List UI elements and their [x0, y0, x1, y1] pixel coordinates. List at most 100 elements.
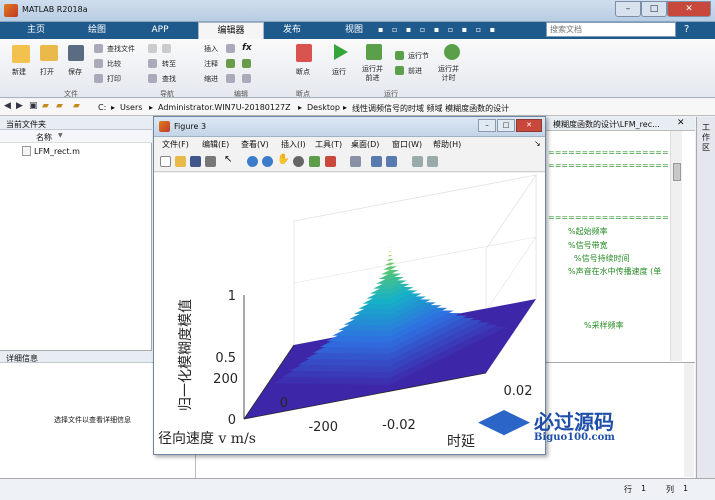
legend-icon[interactable]: [386, 156, 397, 167]
forward-icon[interactable]: [162, 44, 171, 53]
show-tools-icon[interactable]: [427, 156, 438, 167]
tab-plots[interactable]: 绘图: [77, 22, 117, 39]
file-list-header[interactable]: 名称 ▼: [0, 130, 152, 143]
menu-help[interactable]: 帮助(H): [433, 139, 461, 150]
tab-publish[interactable]: 发布: [272, 22, 312, 39]
nav-back-icon[interactable]: ◀: [4, 101, 11, 111]
editor-close-icon[interactable]: ✕: [677, 118, 685, 128]
breadcrumb-users[interactable]: Users: [120, 103, 142, 112]
help-icon[interactable]: ?: [684, 24, 689, 35]
hide-tools-icon[interactable]: [412, 156, 423, 167]
close-button[interactable]: ✕: [667, 1, 711, 17]
print-icon[interactable]: [94, 74, 103, 83]
file-item-lfm-rect[interactable]: LFM_rect.m: [34, 147, 80, 156]
maximize-button[interactable]: □: [641, 1, 667, 17]
back-icon[interactable]: [148, 44, 157, 53]
advance-icon[interactable]: [395, 66, 404, 75]
comment-button[interactable]: 注释: [204, 59, 218, 69]
zoom-in-icon[interactable]: [247, 156, 258, 167]
figure-window[interactable]: Figure 3 – □ ✕ 文件(F) 编辑(E) 查看(V) 插入(I) 工…: [153, 116, 546, 455]
breadcrumb-project[interactable]: 线性调频信号的时域 频域 模糊度函数的设计: [352, 103, 509, 114]
workspace-strip[interactable]: 工作区: [696, 117, 715, 478]
find-files-icon[interactable]: [94, 44, 103, 53]
run-section-button[interactable]: 运行节: [408, 51, 429, 61]
comment-icon[interactable]: [226, 59, 235, 68]
breadcrumb-desktop[interactable]: Desktop: [307, 103, 340, 112]
data-cursor-icon[interactable]: [309, 156, 320, 167]
run-time-button[interactable]: 运行并 计时: [438, 65, 459, 83]
brush-icon[interactable]: [325, 156, 336, 167]
tab-view[interactable]: 视图: [334, 22, 374, 39]
editor-file-tab[interactable]: 模糊度函数的设计\LFM_rec...: [553, 119, 660, 130]
print-figure-icon[interactable]: [205, 156, 216, 167]
indent-button[interactable]: 缩进: [204, 74, 218, 84]
browse-folder-icon[interactable]: ▰: [42, 101, 49, 111]
nav-forward-icon[interactable]: ▶: [16, 101, 23, 111]
run-advance-button[interactable]: 运行并 前进: [362, 65, 383, 83]
menu-insert[interactable]: 插入(I): [281, 139, 306, 150]
minimize-button[interactable]: –: [615, 1, 641, 17]
figure-title-bar[interactable]: Figure 3 – □ ✕: [154, 117, 545, 137]
run-icon[interactable]: [334, 44, 348, 60]
command-scrollbar[interactable]: [684, 363, 694, 477]
menu-view[interactable]: 查看(V): [241, 139, 269, 150]
plot-area[interactable]: 0 0.5 1 200 0 -200 -0.02 0.02 归一化模糊度模值 径…: [154, 173, 545, 454]
colorbar-icon[interactable]: [371, 156, 382, 167]
function-button[interactable]: fx: [242, 43, 252, 53]
open-button[interactable]: 打开: [40, 67, 54, 77]
nav-up-icon[interactable]: ▣: [29, 101, 38, 111]
search-input[interactable]: [546, 22, 676, 37]
compare-button[interactable]: 比较: [107, 59, 121, 69]
new-figure-icon[interactable]: [160, 156, 171, 167]
indent-icon[interactable]: [226, 74, 235, 83]
menu-window[interactable]: 窗口(W): [392, 139, 422, 150]
run-section-icon[interactable]: [395, 51, 404, 60]
breadcrumb-admin[interactable]: Administrator.WIN7U-20180127Z: [158, 103, 291, 112]
link-plot-icon[interactable]: [350, 156, 361, 167]
goto-icon[interactable]: [148, 59, 157, 68]
tab-home[interactable]: 主页: [16, 22, 56, 39]
tab-editor[interactable]: 编辑器: [198, 22, 264, 39]
scrollbar-thumb[interactable]: [673, 163, 681, 181]
breadcrumb-c[interactable]: C:: [98, 103, 106, 112]
uncomment-icon[interactable]: [242, 59, 251, 68]
tab-apps[interactable]: APP: [140, 22, 180, 39]
surface-chart[interactable]: 0 0.5 1 200 0 -200 -0.02 0.02 归一化模糊度模值 径…: [154, 173, 545, 454]
figure-maximize-button[interactable]: □: [497, 119, 515, 132]
run-advance-icon[interactable]: [366, 44, 382, 60]
run-button[interactable]: 运行: [332, 67, 346, 77]
outdent-icon[interactable]: [242, 74, 251, 83]
insert-button[interactable]: 插入: [204, 44, 218, 54]
figure-minimize-button[interactable]: –: [478, 119, 496, 132]
save-button[interactable]: 保存: [68, 67, 82, 77]
find-button[interactable]: 查找: [162, 74, 176, 84]
run-time-icon[interactable]: [444, 44, 460, 60]
save-figure-icon[interactable]: [190, 156, 201, 167]
menu-dock-icon[interactable]: ↘: [534, 139, 541, 148]
breakpoint-button[interactable]: 断点: [296, 67, 310, 77]
find-files-button[interactable]: 查找文件: [107, 44, 135, 54]
menu-desktop[interactable]: 桌面(D): [351, 139, 379, 150]
editor-scrollbar[interactable]: [670, 131, 682, 361]
insert-icon[interactable]: [226, 44, 235, 53]
quick-access-toolbar[interactable]: ▪ ▫ ▪ ▫ ▪ ▫ ▪ ▫ ▪: [378, 25, 538, 37]
menu-file[interactable]: 文件(F): [162, 139, 189, 150]
breakpoint-icon[interactable]: [296, 44, 312, 62]
editor-tab-bar[interactable]: 模糊度函数的设计\LFM_rec... ✕: [545, 117, 695, 131]
compare-icon[interactable]: [94, 59, 103, 68]
menu-tools[interactable]: 工具(T): [315, 139, 342, 150]
pointer-icon[interactable]: ↖: [224, 154, 232, 165]
rotate-3d-icon[interactable]: [293, 156, 304, 167]
name-column-header[interactable]: 名称: [36, 132, 52, 143]
workspace-label[interactable]: 工作区: [702, 123, 711, 153]
zoom-out-icon[interactable]: [262, 156, 273, 167]
new-button[interactable]: 新建: [12, 67, 26, 77]
save-icon[interactable]: [68, 45, 84, 61]
find-icon[interactable]: [148, 74, 157, 83]
menu-edit[interactable]: 编辑(E): [202, 139, 229, 150]
open-file-icon[interactable]: [175, 156, 186, 167]
print-button[interactable]: 打印: [107, 74, 121, 84]
open-folder-icon[interactable]: [40, 45, 58, 61]
pan-icon[interactable]: ✋: [277, 154, 289, 165]
new-icon[interactable]: [12, 45, 30, 63]
